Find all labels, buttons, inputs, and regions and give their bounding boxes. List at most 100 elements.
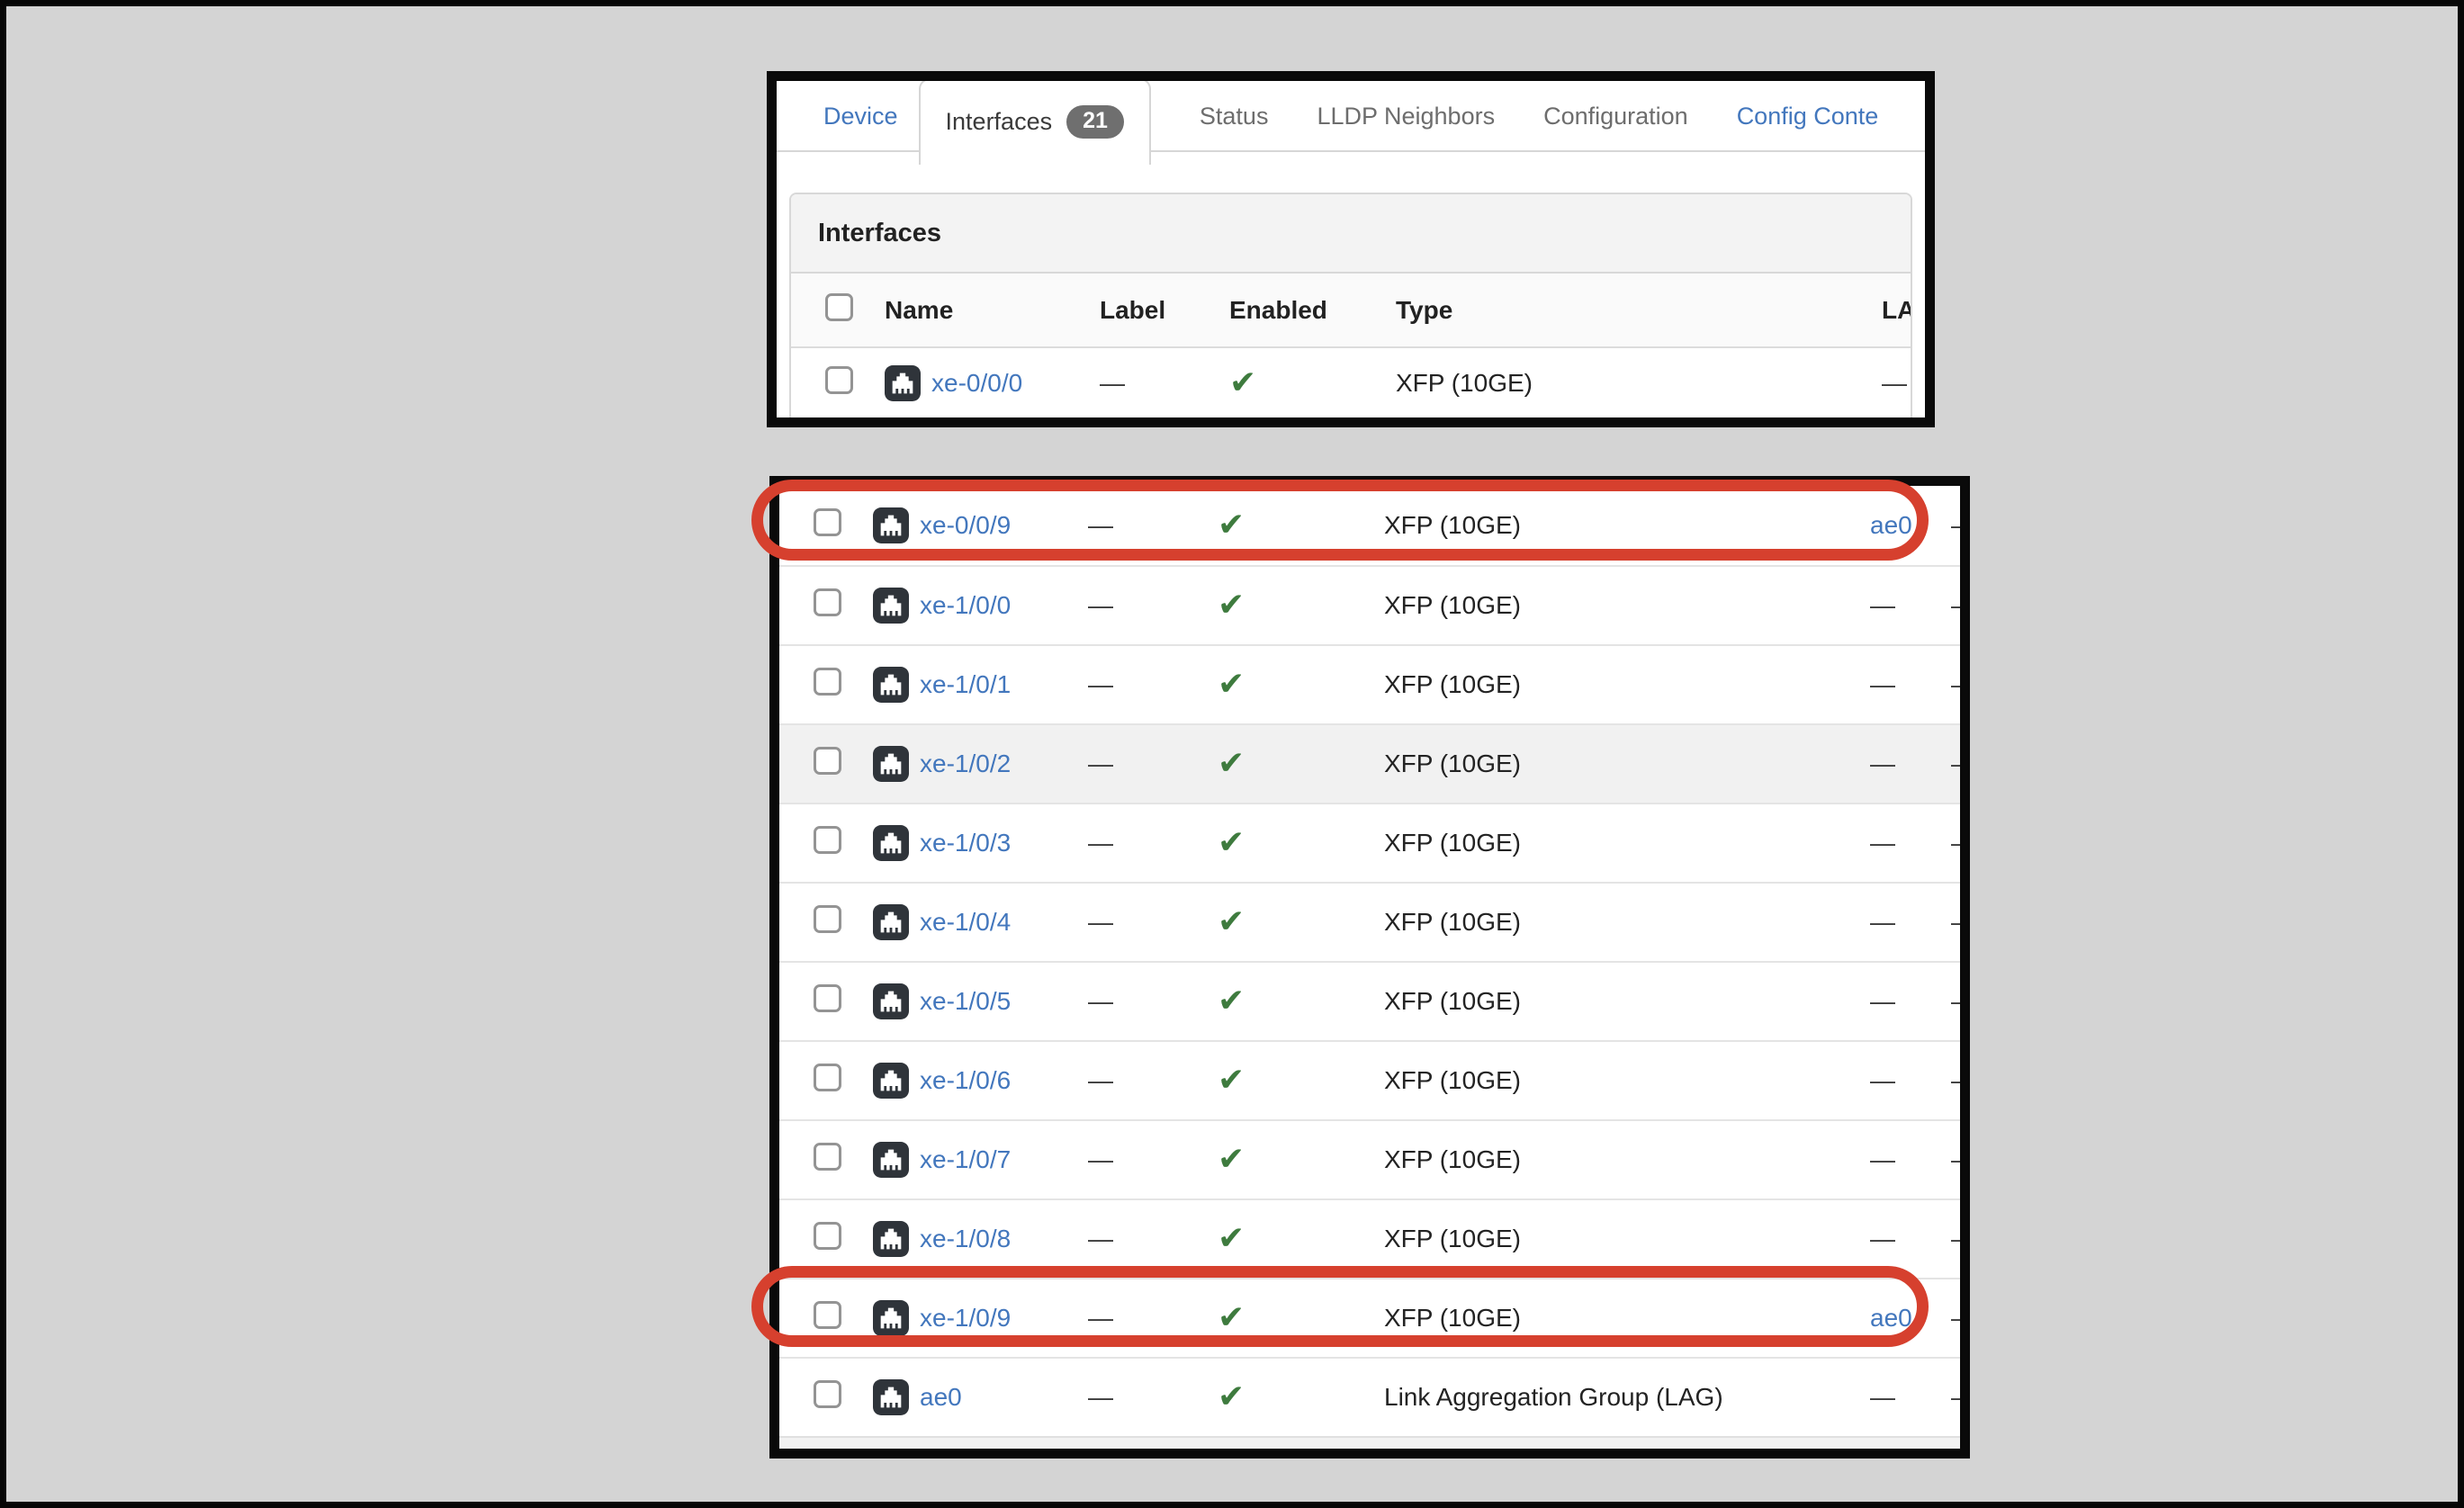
lag-value: — [1870,1225,1922,1253]
interface-name-link[interactable]: xe-0/0/9 [920,511,1011,540]
tab-lldp-neighbors[interactable]: LLDP Neighbors [1317,103,1495,130]
interface-name-link[interactable]: xe-1/0/1 [920,670,1011,699]
screenshot-frame: Device Interfaces21 Status LLDP Neighbors Co… [0,0,2464,1508]
label-value: — [1088,908,1113,936]
interface-name-link[interactable]: xe-1/0/9 [920,1304,1011,1333]
type-value: XFP (10GE) [1384,1225,1870,1253]
lag-value: — [1870,750,1922,778]
tab-device[interactable]: Device [823,103,898,130]
tab-config-conte[interactable]: Config Conte [1737,103,1879,130]
label-value: — [1088,829,1113,857]
row-checkbox[interactable] [814,1143,841,1171]
column-header-type[interactable]: Type [1396,296,1882,325]
type-value: XFP (10GE) [1384,987,1870,1016]
interface-name-link[interactable]: xe-1/0/0 [920,591,1011,620]
interface-name-link[interactable]: ae0 [920,1383,962,1412]
enabled-check-icon: ✔ [1218,1062,1245,1099]
lag-value: — [1870,987,1922,1016]
enabled-check-icon: ✔ [1218,745,1245,782]
type-value: XFP (10GE) [1384,591,1870,620]
interface-name-link[interactable]: xe-1/0/7 [920,1145,1011,1174]
label-value: — [1100,369,1125,397]
row-checkbox[interactable] [814,984,841,1012]
lag-link-ae0[interactable]: ae0 [1870,511,1912,539]
ethernet-port-icon [873,507,909,543]
interface-count-badge: 21 [1066,105,1124,139]
ethernet-port-icon [873,983,909,1019]
table-row-xe-1-0-6: xe-1/0/6 — ✔ XFP (10GE) — — [779,1040,1960,1119]
select-all-checkbox[interactable] [825,293,853,321]
clipped-column-value: — [1951,511,1970,540]
interface-name-link[interactable]: xe-1/0/3 [920,829,1011,857]
enabled-check-icon: ✔ [1218,1299,1245,1336]
interface-name-link[interactable]: xe-1/0/6 [920,1066,1011,1095]
column-header-label[interactable]: Label [1100,296,1229,325]
row-checkbox[interactable] [814,1064,841,1091]
table-row-ae0: ae0 — ✔ Link Aggregation Group (LAG) — — [779,1357,1960,1436]
row-checkbox[interactable] [814,905,841,933]
lag-value: — [1870,829,1922,857]
lag-link-ae0[interactable]: ae0 [1870,1304,1912,1332]
enabled-check-icon: ✔ [1218,1220,1245,1257]
lag-value: ae0 [1870,1304,1922,1333]
clipped-column-value: — [1951,670,1970,699]
row-checkbox[interactable] [814,1301,841,1329]
tab-interfaces-active[interactable]: Interfaces21 [919,78,1151,165]
interface-name-link[interactable]: xe-1/0/2 [920,750,1011,778]
lag-empty-value: — [1870,908,1895,936]
interface-name-link[interactable]: xe-0/0/0 [931,369,1022,398]
lag-empty-value: — [1870,829,1895,857]
ethernet-port-icon [873,667,909,703]
label-value: — [1088,1225,1113,1252]
ethernet-port-icon [873,825,909,861]
clipped-column-value: — [1951,1066,1970,1095]
lag-empty-value: — [1870,1225,1895,1252]
interface-name-link[interactable]: xe-1/0/8 [920,1225,1011,1253]
interface-name-link[interactable]: xe-1/0/5 [920,987,1011,1016]
row-checkbox[interactable] [814,588,841,616]
table-row-xe-0-0-0: xe-0/0/0 — ✔ XFP (10GE) — [791,348,1911,418]
label-value: — [1088,670,1113,698]
row-checkbox[interactable] [814,508,841,536]
type-value: XFP (10GE) [1384,1066,1870,1095]
clipped-column-value: — [1951,750,1970,778]
ethernet-port-icon [873,1300,909,1336]
enabled-check-icon: ✔ [1218,903,1245,940]
label-value: — [1088,1066,1113,1094]
interface-name-link[interactable]: xe-1/0/4 [920,908,1011,937]
column-header-enabled[interactable]: Enabled [1229,296,1396,325]
enabled-check-icon: ✔ [1218,507,1245,543]
row-checkbox[interactable] [814,826,841,854]
lag-empty-value: — [1870,1383,1895,1411]
row-checkbox[interactable] [814,1380,841,1408]
label-value: — [1088,591,1113,619]
clipped-column-value: — [1951,1145,1970,1174]
lag-value: — [1870,1383,1922,1412]
enabled-check-icon: ✔ [1218,824,1245,861]
enabled-check-icon: ✔ [1218,1378,1245,1415]
lag-value: — [1870,591,1922,620]
table-row-xe-1-0-5: xe-1/0/5 — ✔ XFP (10GE) — — [779,961,1960,1040]
column-header-name[interactable]: Name [885,296,1100,325]
ethernet-port-icon [873,746,909,782]
row-checkbox[interactable] [814,747,841,775]
tab-status[interactable]: Status [1200,103,1269,130]
table-footer-strip [779,1436,1960,1449]
table-row-xe-1-0-7: xe-1/0/7 — ✔ XFP (10GE) — — [779,1119,1960,1198]
lag-empty-value: — [1882,369,1907,397]
row-checkbox[interactable] [814,1222,841,1250]
ethernet-port-icon [873,588,909,624]
column-header-lag[interactable]: LAG [1882,296,1912,325]
lag-empty-value: — [1870,1066,1895,1094]
ethernet-port-icon [873,1063,909,1099]
table-row-xe-1-0-3: xe-1/0/3 — ✔ XFP (10GE) — — [779,803,1960,882]
tab-configuration[interactable]: Configuration [1543,103,1688,130]
label-value: — [1088,511,1113,539]
type-value: Link Aggregation Group (LAG) [1384,1383,1870,1412]
row-checkbox[interactable] [825,366,853,394]
table-row-xe-1-0-4: xe-1/0/4 — ✔ XFP (10GE) — — [779,882,1960,961]
row-checkbox[interactable] [814,668,841,696]
lag-value: — [1870,1066,1922,1095]
lag-value: ae0 [1870,511,1922,540]
clipped-column-value: — [1951,987,1970,1016]
